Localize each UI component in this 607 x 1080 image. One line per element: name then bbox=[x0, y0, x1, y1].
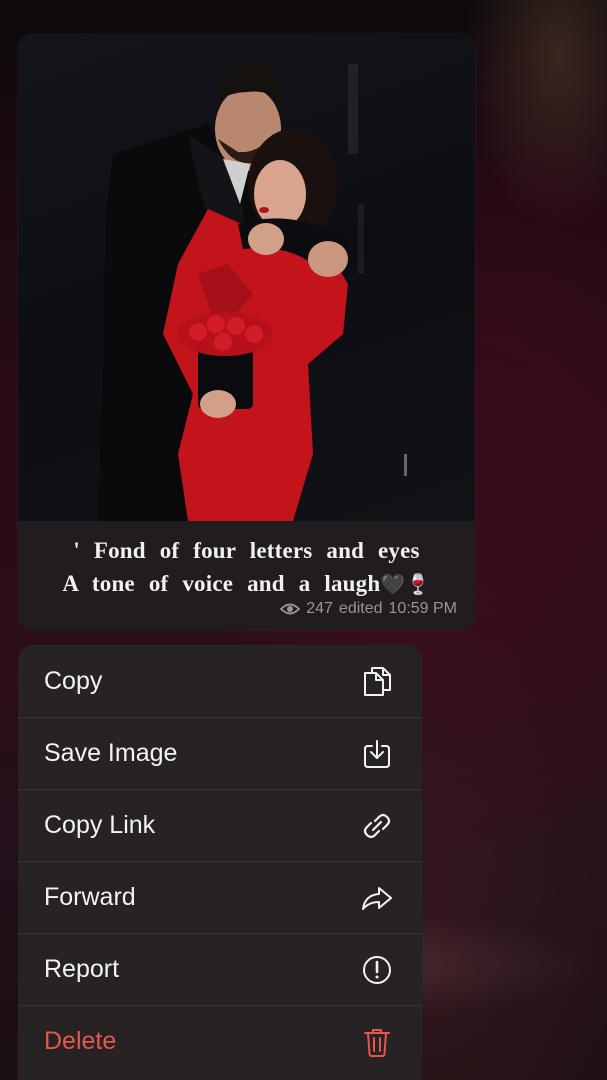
link-icon bbox=[360, 809, 394, 843]
copy-label: Copy bbox=[44, 666, 103, 695]
view-count: 247 bbox=[306, 600, 333, 617]
couple-photo-illustration bbox=[98, 62, 407, 521]
forward-arrow-icon bbox=[360, 881, 394, 915]
message-time: 10:59 PM bbox=[388, 600, 457, 617]
delete-menu-item[interactable]: Delete bbox=[18, 1005, 422, 1077]
caption-emoji: 🖤🍷 bbox=[380, 572, 431, 596]
eye-icon bbox=[280, 603, 301, 615]
message-caption: ' Fond of four letters and eyes A tone o… bbox=[18, 534, 475, 601]
copy-icon bbox=[360, 664, 394, 698]
forward-menu-item[interactable]: Forward bbox=[18, 861, 422, 933]
copy-link-menu-item[interactable]: Copy Link bbox=[18, 789, 422, 861]
save-image-menu-item[interactable]: Save Image bbox=[18, 717, 422, 789]
message-meta: 247 edited 10:59 PM bbox=[280, 600, 457, 618]
message-photo[interactable] bbox=[18, 34, 475, 521]
caption-line-1: ' Fond of four letters and eyes bbox=[73, 538, 420, 563]
save-image-label: Save Image bbox=[44, 739, 178, 767]
caption-line-2: A tone of voice and a laugh🖤🍷 bbox=[18, 567, 475, 601]
forward-label: Forward bbox=[44, 883, 136, 911]
report-exclamation-icon bbox=[360, 953, 394, 987]
trash-icon bbox=[360, 1025, 394, 1059]
message-bubble[interactable]: ' Fond of four letters and eyes A tone o… bbox=[18, 34, 475, 630]
report-label: Report bbox=[44, 955, 120, 983]
context-menu: Copy Save Image Copy Link Forward Report… bbox=[18, 645, 422, 1080]
save-image-icon bbox=[360, 737, 394, 771]
caption-line-2-text: A tone of voice and a laugh bbox=[62, 571, 381, 596]
report-menu-item[interactable]: Report bbox=[18, 933, 422, 1005]
copy-link-label: Copy Link bbox=[44, 811, 156, 839]
edited-label: edited bbox=[338, 600, 383, 617]
delete-label: Delete bbox=[44, 1027, 117, 1055]
copy-menu-item[interactable]: Copy bbox=[18, 645, 422, 717]
